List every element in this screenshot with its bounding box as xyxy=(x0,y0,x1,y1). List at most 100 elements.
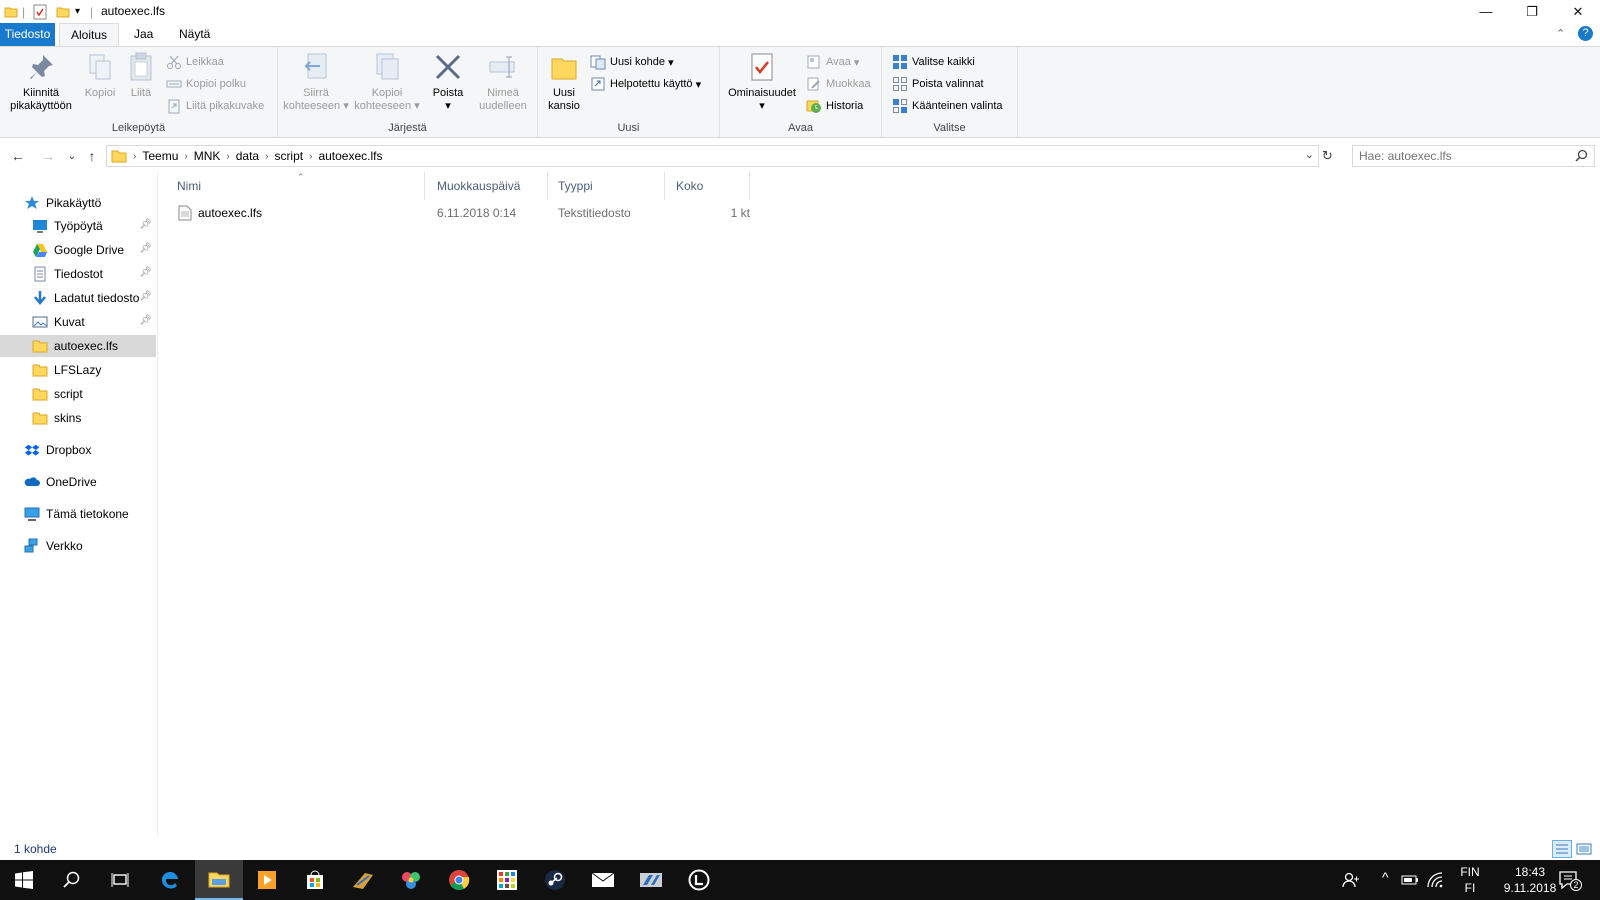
address-bar[interactable]: › Teemu › MNK › data › script › autoexec… xyxy=(106,145,1319,167)
customize-qa-chevron-icon[interactable]: ▾ xyxy=(75,3,80,20)
recent-locations-chevron-icon[interactable]: ⌄ xyxy=(62,146,82,166)
history-button[interactable]: Historia xyxy=(806,96,863,116)
tab-file[interactable]: Tiedosto xyxy=(0,23,55,46)
open-button[interactable]: Avaa ▾ xyxy=(806,52,859,72)
breadcrumb-item[interactable]: MNK xyxy=(188,149,227,163)
nav-onedrive[interactable]: OneDrive xyxy=(0,471,156,493)
edit-button[interactable]: Muokkaa xyxy=(806,74,871,94)
action-center-icon[interactable]: 2 xyxy=(1558,869,1582,894)
large-icons-view-icon[interactable] xyxy=(1576,841,1592,860)
multicolor-app-taskbar-button[interactable] xyxy=(387,860,435,900)
paste-button[interactable]: Liitä xyxy=(124,51,158,100)
forward-arrow-icon[interactable]: → xyxy=(38,146,58,166)
address-history-chevron-icon[interactable]: ⌄ xyxy=(1305,148,1314,161)
nav-item-lfslazy[interactable]: LFSLazy xyxy=(0,359,156,381)
nav-dropbox[interactable]: Dropbox xyxy=(0,439,156,461)
breadcrumb-item[interactable]: script xyxy=(268,149,309,163)
task-view-button[interactable] xyxy=(96,860,144,900)
nav-network[interactable]: Verkko xyxy=(0,535,156,557)
nav-item-downloads[interactable]: Ladatut tiedosto 📌︎ xyxy=(0,287,156,309)
cut-button[interactable]: Leikkaa xyxy=(166,52,224,72)
move-to-button[interactable]: Siirrä kohteeseen ▾ xyxy=(282,51,350,113)
back-arrow-icon[interactable]: ← xyxy=(8,146,28,166)
tab-home[interactable]: Aloitus xyxy=(59,23,119,47)
nav-item-documents[interactable]: Tiedostot 📌︎ xyxy=(0,263,156,285)
new-folder-qa-icon[interactable] xyxy=(56,3,70,20)
navigation-pane: Pikakäyttö Työpöytä 📌︎ Google Drive 📌︎ T… xyxy=(0,172,158,838)
file-explorer-taskbar-button[interactable] xyxy=(195,860,243,900)
nav-item-pictures[interactable]: Kuvat 📌︎ xyxy=(0,311,156,333)
people-icon[interactable] xyxy=(1342,871,1360,892)
new-item-button[interactable]: Uusi kohde ▾ xyxy=(590,52,674,72)
nav-item-desktop[interactable]: Työpöytä 📌︎ xyxy=(0,215,156,237)
circle-l-app-taskbar-button[interactable] xyxy=(675,860,723,900)
column-header-type[interactable]: Tyyppi xyxy=(552,172,665,200)
paste-shortcut-button[interactable]: Liitä pikakuvake xyxy=(166,96,264,116)
show-hidden-icons-chevron-icon[interactable]: ^ xyxy=(1382,869,1389,885)
invert-selection-button[interactable]: Käänteinen valinta xyxy=(892,96,1003,116)
battery-icon[interactable] xyxy=(1401,873,1419,890)
minimize-button[interactable]: — xyxy=(1463,0,1509,23)
column-header-size[interactable]: Koko xyxy=(670,172,750,200)
tiles-app-taskbar-button[interactable] xyxy=(483,860,531,900)
select-all-button[interactable]: Valitse kaikki xyxy=(892,52,975,72)
nav-item-script[interactable]: script xyxy=(0,383,156,405)
copy-button[interactable]: Kopioi xyxy=(82,51,118,100)
search-taskbar-button[interactable] xyxy=(48,860,96,900)
minimize-ribbon-icon[interactable]: ⌃ xyxy=(1556,27,1565,40)
documents-icon xyxy=(32,266,48,282)
lfs-game-taskbar-button[interactable] xyxy=(627,860,675,900)
wifi-icon[interactable] xyxy=(1426,871,1444,892)
tab-view[interactable]: Näytä xyxy=(171,23,218,46)
new-folder-button[interactable]: Uusi kansio xyxy=(544,51,584,113)
table-row[interactable]: autoexec.lfs 6.11.2018 0:14 Tekstitiedos… xyxy=(172,202,750,224)
easy-access-button[interactable]: Helpotettu käyttö ▾ xyxy=(590,74,701,94)
search-input[interactable] xyxy=(1359,149,1559,163)
pin-icon[interactable]: 📌︎ xyxy=(139,243,152,254)
nav-item-autoexec-folder[interactable]: autoexec.lfs xyxy=(0,335,156,357)
details-view-icon[interactable] xyxy=(1552,840,1572,858)
properties-button[interactable]: Ominaisuudet ▾ xyxy=(726,51,798,113)
delete-button[interactable]: Poista ▾ xyxy=(430,51,466,113)
edge-taskbar-button[interactable] xyxy=(146,860,194,900)
nav-this-pc[interactable]: Tämä tietokone xyxy=(0,503,156,525)
properties-qa-icon[interactable] xyxy=(32,3,48,20)
up-arrow-icon[interactable]: ↑ xyxy=(82,146,102,166)
refresh-icon[interactable]: ↻ xyxy=(1322,148,1333,164)
copy-path-label: Kopioi polku xyxy=(186,78,246,90)
game-launcher-taskbar-button[interactable] xyxy=(339,860,387,900)
nav-item-label: Tiedostot xyxy=(54,267,103,281)
column-header-name[interactable]: Nimi ⌃ xyxy=(171,172,425,200)
pin-icon[interactable]: 📌︎ xyxy=(139,267,152,278)
chrome-taskbar-button[interactable] xyxy=(435,860,483,900)
close-button[interactable]: ✕ xyxy=(1555,0,1600,23)
mail-taskbar-button[interactable] xyxy=(579,860,627,900)
select-none-button[interactable]: Poista valinnat xyxy=(892,74,984,94)
pin-icon[interactable]: 📌︎ xyxy=(139,315,152,326)
search-icon[interactable] xyxy=(1575,149,1588,165)
move-to-label: Siirrä kohteeseen xyxy=(283,87,341,112)
pin-icon[interactable]: 📌︎ xyxy=(139,219,152,230)
help-icon[interactable]: ? xyxy=(1578,26,1593,41)
copy-path-button[interactable]: Kopioi polku xyxy=(166,74,246,94)
media-player-taskbar-button[interactable] xyxy=(243,860,291,900)
nav-item-skins[interactable]: skins xyxy=(0,407,156,429)
breadcrumb-item[interactable]: Teemu xyxy=(136,149,184,163)
nav-item-google-drive[interactable]: Google Drive 📌︎ xyxy=(0,239,156,261)
input-language[interactable]: FIN FI xyxy=(1452,865,1488,895)
column-header-modified[interactable]: Muokkauspäivä xyxy=(431,172,548,200)
breadcrumb-item[interactable]: data xyxy=(230,149,265,163)
store-taskbar-button[interactable] xyxy=(291,860,339,900)
start-button[interactable] xyxy=(0,860,48,900)
nav-quick-access[interactable]: Pikakäyttö xyxy=(0,192,156,214)
breadcrumb-item[interactable]: autoexec.lfs xyxy=(312,149,388,163)
new-folder-icon xyxy=(548,51,580,83)
tab-share[interactable]: Jaa xyxy=(126,23,161,46)
restore-button[interactable]: ❐ xyxy=(1509,0,1555,23)
search-box[interactable] xyxy=(1352,145,1595,167)
pin-quick-access-button[interactable]: Kiinnitä pikakäyttöön xyxy=(6,51,76,113)
rename-button[interactable]: Nimeä uudelleen xyxy=(474,51,532,113)
pin-icon[interactable]: 📌︎ xyxy=(139,291,152,302)
steam-taskbar-button[interactable] xyxy=(531,860,579,900)
copy-to-button[interactable]: Kopioi kohteeseen ▾ xyxy=(352,51,422,113)
